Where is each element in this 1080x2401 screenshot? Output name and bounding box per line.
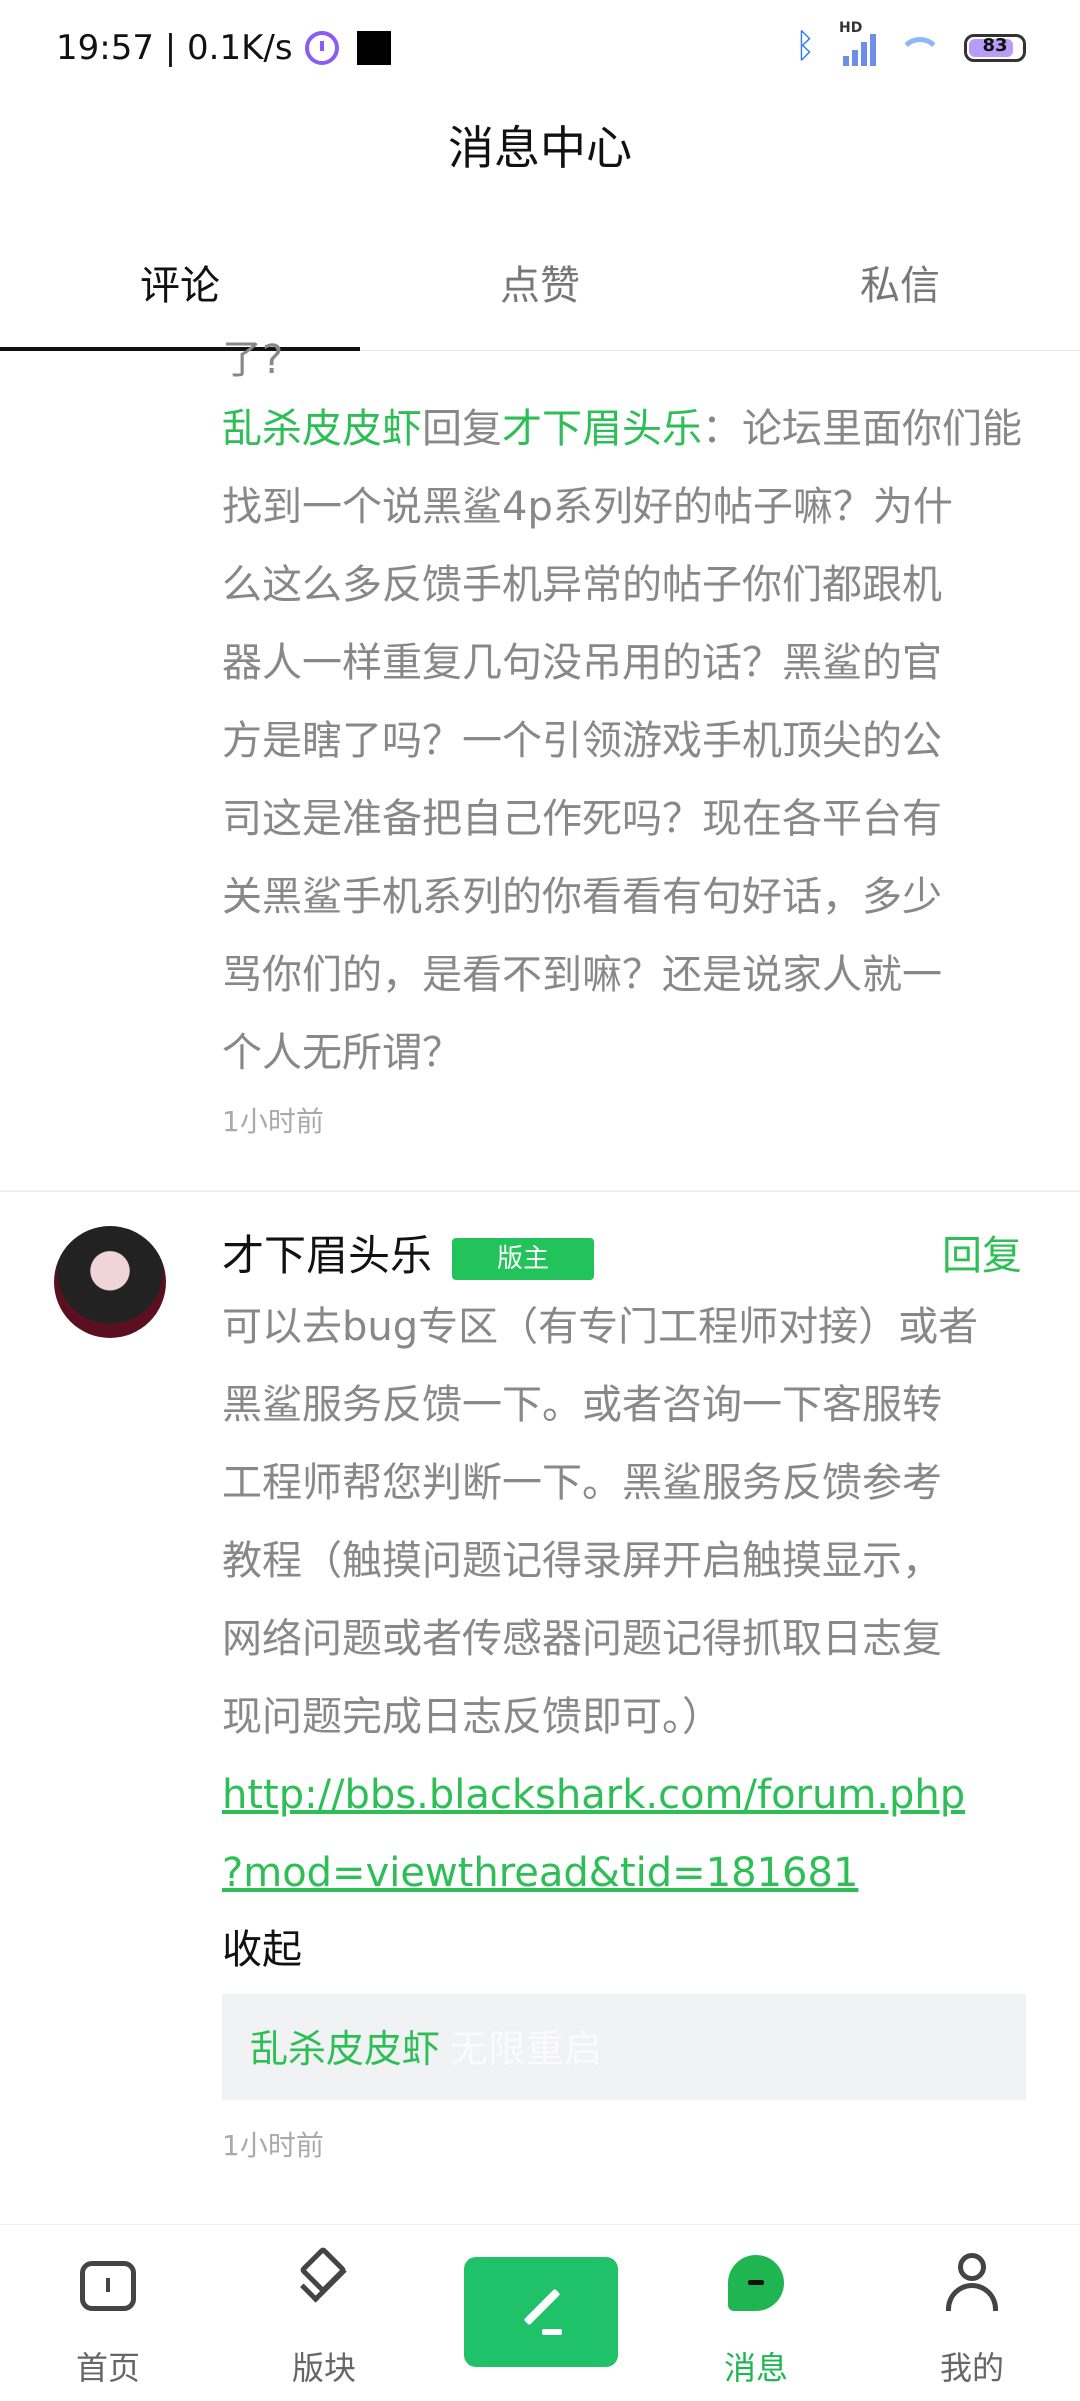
reply-button[interactable]: 回复 bbox=[942, 1226, 1022, 1286]
status-time-speed: 19:57 | 0.1K/s bbox=[56, 28, 293, 68]
tab-label: 点赞 bbox=[500, 263, 580, 309]
battery-level: 83 bbox=[982, 35, 1008, 56]
comment-line: 教程（触摸问题记得录屏开启触摸显示， bbox=[222, 1538, 942, 1584]
hd-label: HD bbox=[839, 20, 863, 36]
home-icon bbox=[80, 2261, 136, 2311]
comment-body: 可以去bug专区（有专门工程师对接）或者 黑鲨服务反馈一下。或者咨询一下客服转 … bbox=[222, 1288, 1028, 1912]
page-title: 消息中心 bbox=[448, 121, 632, 175]
status-left: 19:57 | 0.1K/s bbox=[56, 28, 391, 68]
comment-partial-text: 了? bbox=[222, 337, 284, 383]
comment-line: 找到一个说黑鲨4p系列好的帖子嘛？为什 bbox=[222, 484, 953, 530]
comment-line: 可以去bug专区（有专门工程师对接）或者 bbox=[222, 1304, 979, 1350]
comment-line: 骂你们的，是看不到嘛？还是说家人就一 bbox=[222, 952, 942, 998]
tab-label: 评论 bbox=[140, 263, 220, 309]
signal-icon: HD bbox=[839, 20, 876, 66]
comment-time: 1小时前 bbox=[222, 1105, 324, 1138]
comment-line: 黑鲨服务反馈一下。或者咨询一下客服转 bbox=[222, 1382, 942, 1428]
compose-button[interactable] bbox=[464, 2257, 618, 2367]
bottom-nav: 首页 版块 消息 我的 bbox=[0, 2224, 1080, 2401]
wifi-icon bbox=[898, 33, 942, 63]
comment-line: 么这么多反馈手机异常的帖子你们都跟机 bbox=[222, 562, 942, 608]
nav-label: 首页 bbox=[75, 2349, 140, 2387]
collapse-button[interactable]: 收起 bbox=[222, 1920, 302, 1980]
quote-user-link[interactable]: 乱杀皮皮虾 bbox=[250, 2018, 440, 2073]
comment-line: 工程师帮您判断一下。黑鲨服务反馈参考 bbox=[222, 1460, 942, 1506]
username[interactable]: 才下眉头乐 bbox=[222, 1226, 432, 1286]
message-icon bbox=[728, 2255, 784, 2311]
comment-line: 网络问题或者传感器问题记得抓取日志复 bbox=[222, 1616, 942, 1662]
comment-reply-body[interactable]: 乱杀皮皮虾回复才下眉头乐：论坛里面你们能 找到一个说黑鲨4p系列好的帖子嘛？为什… bbox=[222, 390, 1028, 1092]
nav-label: 版块 bbox=[291, 2349, 356, 2387]
notification-icon bbox=[356, 31, 391, 65]
nav-label: 消息 bbox=[723, 2349, 788, 2387]
tab-label: 私信 bbox=[860, 263, 940, 309]
quote-text: 无限重启 bbox=[450, 2027, 603, 2071]
compose-icon bbox=[520, 2285, 562, 2337]
url-link-line[interactable]: http://bbs.blackshark.com/forum.php bbox=[222, 1756, 1028, 1834]
comment-time: 1小时前 bbox=[222, 2129, 324, 2162]
status-bar: 19:57 | 0.1K/s HD 83 bbox=[0, 0, 1080, 100]
user-icon bbox=[946, 2253, 998, 2311]
url-link-line[interactable]: ?mod=viewthread&tid=181681 bbox=[222, 1834, 1028, 1912]
status-right: HD 83 bbox=[793, 20, 1026, 66]
nav-profile[interactable]: 我的 bbox=[892, 2225, 1052, 2401]
comment-line: 关黑鲨手机系列的你看看有句好话，多少 bbox=[222, 874, 942, 920]
nav-sections[interactable]: 版块 bbox=[244, 2225, 404, 2401]
nav-label: 我的 bbox=[939, 2349, 1004, 2387]
bluetooth-icon bbox=[793, 26, 821, 66]
layers-icon bbox=[298, 2251, 350, 2303]
avatar[interactable] bbox=[54, 1226, 166, 1338]
from-user-link[interactable]: 乱杀皮皮虾 bbox=[222, 406, 422, 452]
to-user-link[interactable]: 才下眉头乐 bbox=[502, 406, 702, 452]
divider bbox=[0, 1190, 1080, 1192]
nav-home[interactable]: 首页 bbox=[28, 2225, 188, 2401]
moderator-badge: 版主 bbox=[452, 1238, 594, 1280]
comment-line: 器人一样重复几句没吊用的话？黑鲨的官 bbox=[222, 640, 942, 686]
comment-line: 现问题完成日志反馈即可。） bbox=[222, 1694, 722, 1740]
nav-messages[interactable]: 消息 bbox=[676, 2225, 836, 2401]
comment-line: 司这是准备把自己作死吗？现在各平台有 bbox=[222, 796, 942, 842]
quoted-comment[interactable]: 乱杀皮皮虾 无限重启 bbox=[222, 1994, 1026, 2100]
alarm-icon bbox=[304, 31, 339, 65]
comment-line: 方是瞎了吗？一个引领游戏手机顶尖的公 bbox=[222, 718, 942, 764]
comment-line: ：论坛里面你们能 bbox=[702, 406, 1022, 452]
reply-word: 回复 bbox=[422, 406, 502, 452]
battery-icon: 83 bbox=[964, 34, 1026, 62]
comment-line: 个人无所谓？ bbox=[222, 1030, 462, 1076]
